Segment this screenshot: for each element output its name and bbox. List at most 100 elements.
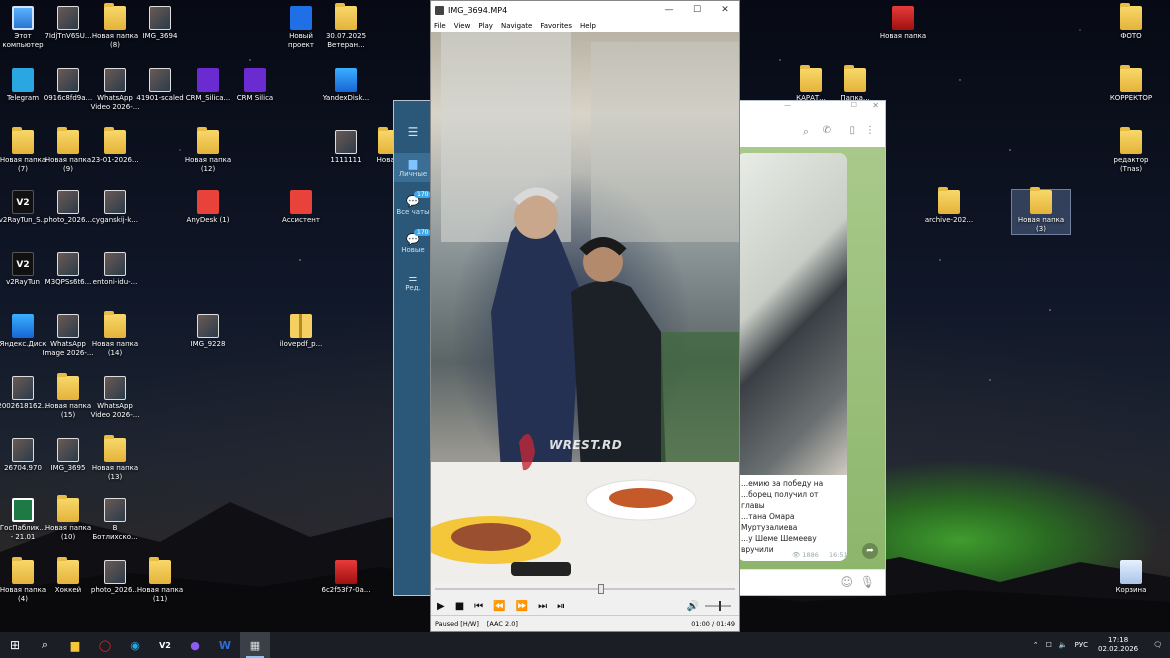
- taskbar: ⊞ ⌕ ▆ ◯ ◉ V2 ● W ▦ ⌃ ☐ 🔈 РУС 17:18 02.02…: [0, 632, 1170, 658]
- maximize-button[interactable]: ☐: [683, 5, 711, 15]
- microphone-icon[interactable]: 🎙: [860, 575, 875, 589]
- folder-personal[interactable]: ▆ Личные: [394, 153, 432, 182]
- rewind-icon[interactable]: ⏪: [493, 601, 505, 612]
- desktop-icon[interactable]: entoni-idu-...: [86, 252, 144, 287]
- desktop-icon[interactable]: Новая папка (13): [86, 435, 144, 482]
- call-icon[interactable]: ✆: [823, 125, 831, 136]
- seek-bar[interactable]: [431, 583, 739, 595]
- start-button[interactable]: ⊞: [0, 632, 30, 658]
- desktop-icon[interactable]: Новая папка: [874, 6, 932, 41]
- fast-forward-icon[interactable]: ⏩: [516, 601, 528, 612]
- desktop-icon[interactable]: AnyDesk (1): [179, 190, 237, 225]
- clock[interactable]: 17:18 02.02.2026: [1098, 636, 1138, 654]
- desktop-icon[interactable]: ФОТО: [1102, 3, 1160, 41]
- minimize-icon[interactable]: —: [784, 101, 791, 109]
- emoji-icon[interactable]: ☺: [840, 575, 853, 589]
- desktop-icon[interactable]: CRM Silica: [226, 68, 284, 103]
- desktop-icon[interactable]: IMG_3694: [131, 6, 189, 41]
- folder-new[interactable]: 💬 170 Новые: [394, 229, 432, 254]
- desktop-icon[interactable]: Новая папка (11): [131, 557, 189, 604]
- menu-view[interactable]: View: [454, 22, 471, 30]
- opera-icon[interactable]: ◯: [90, 632, 120, 658]
- desktop-icon[interactable]: Ассистент: [272, 190, 330, 225]
- img-icon: [104, 252, 126, 276]
- chat-header: — ☐ ✕ ⌕ ✆ ▯ ⋮: [734, 101, 885, 147]
- search-icon[interactable]: ⌕: [30, 632, 60, 658]
- desktop-icon[interactable]: Новая папка (3): [1011, 187, 1071, 235]
- desktop-icon[interactable]: cyganskij-k...: [86, 190, 144, 225]
- desktop-icon[interactable]: В Ботлихско...: [86, 498, 144, 542]
- menu-navigate[interactable]: Navigate: [501, 22, 532, 30]
- desktop-icon-label: entoni-idu-...: [92, 278, 138, 286]
- folder-all-chats[interactable]: 💬 170 Все чаты: [394, 191, 432, 216]
- desktop-icon[interactable]: IMG_9228: [179, 314, 237, 349]
- message-photo[interactable]: [737, 153, 847, 475]
- frame-step-icon[interactable]: ⏯: [557, 601, 565, 612]
- telegram-icon[interactable]: ◉: [120, 632, 150, 658]
- v2raytun-icon[interactable]: V2: [150, 632, 180, 658]
- forward-icon[interactable]: ➦: [862, 543, 878, 559]
- menu-favorites[interactable]: Favorites: [540, 22, 572, 30]
- img-icon: [149, 6, 171, 30]
- folder-icon: [57, 127, 79, 154]
- crm-silica-icon[interactable]: ●: [180, 632, 210, 658]
- folder-icon: [1030, 187, 1052, 214]
- menu-file[interactable]: File: [434, 22, 446, 30]
- desktop-icon[interactable]: 6c2f53f7-0a...: [317, 560, 375, 595]
- audio-codec: [AAC 2.0]: [486, 619, 518, 628]
- crm-icon: [244, 68, 266, 92]
- img-icon: [104, 190, 126, 214]
- media-player-taskbar-icon[interactable]: ▦: [240, 632, 270, 658]
- previous-icon[interactable]: ⏮: [474, 601, 483, 612]
- menu-help[interactable]: Help: [580, 22, 596, 30]
- desktop-icon[interactable]: Корзина: [1102, 560, 1160, 595]
- desktop-icon[interactable]: WhatsApp Video 2026-...: [86, 376, 144, 420]
- img-icon: [104, 68, 126, 92]
- search-icon[interactable]: ⌕: [803, 125, 809, 139]
- media-player-window[interactable]: IMG_3694.MP4 — ☐ ✕ File View Play Naviga…: [430, 0, 740, 632]
- message-bubble[interactable]: ...емию за победу на ...борец получил от…: [737, 153, 847, 561]
- desktop-icon[interactable]: Новая папка (12): [179, 127, 237, 174]
- stop-icon[interactable]: ■: [455, 601, 464, 612]
- minimize-button[interactable]: —: [655, 5, 683, 15]
- video-frame[interactable]: WREST.RD: [431, 32, 739, 583]
- volume-icon[interactable]: 🔊: [687, 601, 699, 612]
- desktop-icon[interactable]: ilovepdf_p...: [272, 314, 330, 349]
- notifications-icon[interactable]: 🗨: [1153, 641, 1162, 649]
- player-titlebar[interactable]: IMG_3694.MP4 — ☐ ✕: [431, 1, 739, 19]
- v2-icon: V2: [12, 252, 34, 276]
- volume-slider[interactable]: [705, 601, 731, 611]
- desktop-icon[interactable]: 23-01-2026...: [86, 127, 144, 165]
- close-icon[interactable]: ✕: [872, 101, 879, 110]
- play-icon[interactable]: ▶: [437, 601, 445, 612]
- folder-icon: [800, 65, 822, 92]
- desktop-icon[interactable]: 30.07.2025 Ветеран...: [317, 3, 375, 50]
- input-language[interactable]: РУС: [1075, 641, 1088, 649]
- volume-thumb[interactable]: [719, 601, 721, 611]
- sidebar-toggle-icon[interactable]: ▯: [849, 125, 855, 136]
- desktop-icon-label: YandexDisk...: [322, 94, 370, 102]
- folder-icon: [12, 127, 34, 154]
- views-icon: 👁: [792, 551, 801, 559]
- network-icon[interactable]: ☐: [1046, 641, 1052, 649]
- desktop-icon[interactable]: Папка...: [826, 65, 884, 103]
- file-explorer-icon[interactable]: ▆: [60, 632, 90, 658]
- close-button[interactable]: ✕: [711, 5, 739, 15]
- desktop-icon[interactable]: Новая папка (14): [86, 311, 144, 358]
- desktop-icon[interactable]: КОРРЕКТОР: [1102, 65, 1160, 103]
- folder-edit[interactable]: ⚌ Ред.: [394, 273, 432, 292]
- menu-icon[interactable]: ☰: [394, 125, 432, 139]
- desktop-icon[interactable]: archive-202...: [920, 187, 978, 225]
- message-composer[interactable]: ☺ 🎙: [734, 569, 885, 595]
- menu-play[interactable]: Play: [478, 22, 493, 30]
- seek-thumb[interactable]: [597, 584, 604, 594]
- desktop-icon[interactable]: YandexDisk...: [317, 68, 375, 103]
- next-icon[interactable]: ⏭: [538, 601, 547, 612]
- speaker-icon[interactable]: 🔈: [1059, 641, 1068, 649]
- desktop-icon[interactable]: редактор (Tnas): [1102, 127, 1160, 174]
- more-icon[interactable]: ⋮: [865, 125, 875, 136]
- maximize-icon[interactable]: ☐: [851, 101, 857, 109]
- tray-chevron-icon[interactable]: ⌃: [1033, 641, 1039, 649]
- word-icon[interactable]: W: [210, 632, 240, 658]
- crm-icon: [197, 68, 219, 92]
